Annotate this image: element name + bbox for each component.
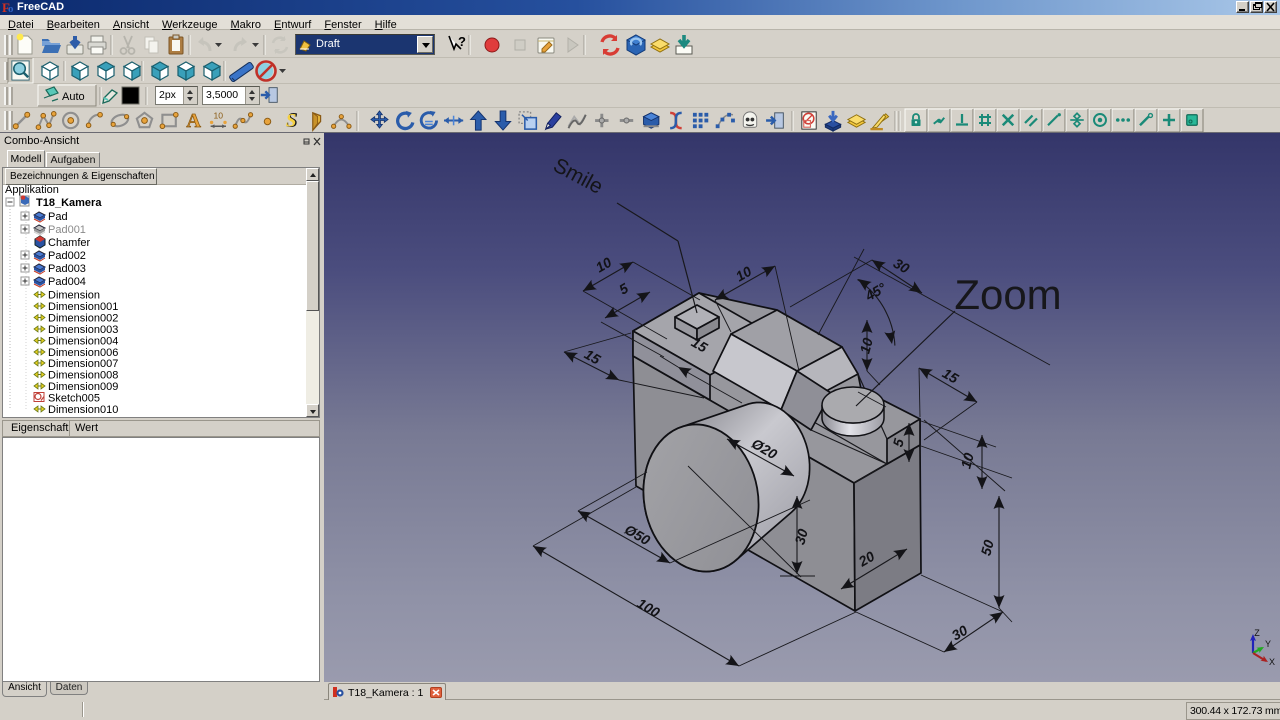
- svg-text:Chamfer: Chamfer: [48, 237, 91, 249]
- svg-text:Dimension001: Dimension001: [48, 301, 118, 313]
- svg-text:Dimension010: Dimension010: [48, 404, 118, 416]
- svg-text:Dimension003: Dimension003: [48, 324, 118, 336]
- svg-text:Dimension004: Dimension004: [48, 336, 118, 348]
- svg-text:S: S: [286, 110, 297, 131]
- svg-text:o: o: [8, 3, 14, 14]
- svg-text:Y: Y: [1265, 639, 1271, 649]
- svg-text:Z: Z: [1254, 628, 1260, 638]
- svg-text:Sketch005: Sketch005: [48, 393, 100, 405]
- svg-text:Dimension008: Dimension008: [48, 370, 118, 382]
- svg-text:Applikation: Applikation: [5, 184, 59, 196]
- svg-text:?: ?: [458, 34, 466, 49]
- svg-text:Pad001: Pad001: [48, 224, 86, 236]
- svg-text:Pad: Pad: [48, 211, 68, 223]
- svg-text:Pad003: Pad003: [48, 263, 86, 275]
- svg-text:Pad002: Pad002: [48, 250, 86, 262]
- svg-text:Auto: Auto: [62, 91, 85, 103]
- svg-text:10: 10: [214, 111, 224, 121]
- svg-text:A: A: [186, 110, 201, 132]
- svg-text:Dimension007: Dimension007: [48, 358, 118, 370]
- svg-text:Zoom: Zoom: [954, 271, 1061, 318]
- svg-text:X: X: [1269, 657, 1275, 667]
- svg-text:Dimension: Dimension: [48, 290, 100, 302]
- svg-text:Dimension009: Dimension009: [48, 381, 118, 393]
- svg-text:Dimension002: Dimension002: [48, 313, 118, 325]
- svg-text:Pad004: Pad004: [48, 276, 86, 288]
- svg-text:T18_Kamera: T18_Kamera: [36, 197, 102, 209]
